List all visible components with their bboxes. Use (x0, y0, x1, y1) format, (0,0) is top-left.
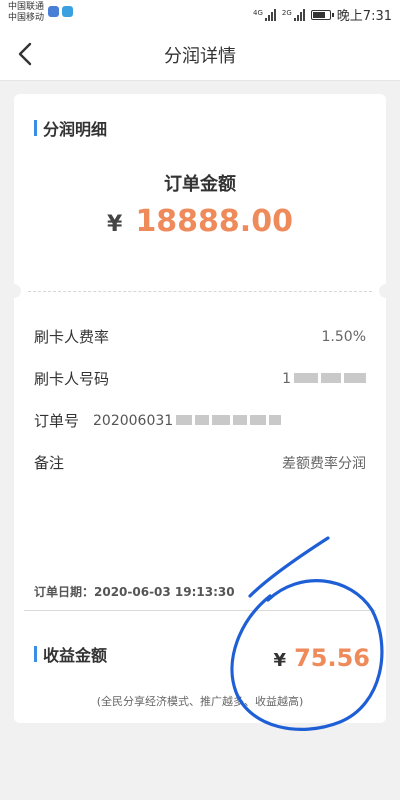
row-label: 备注 (34, 454, 65, 472)
redaction-block (250, 414, 267, 425)
redaction-block (176, 414, 193, 425)
ticket-notch (7, 284, 21, 298)
order-amount-value: 18888.00 (135, 204, 293, 239)
row-value-masked: 202006031 (93, 412, 282, 429)
redaction-block (212, 414, 231, 425)
income-section-title: 收益金额 (34, 642, 107, 666)
row-value: 1.50% (321, 328, 366, 345)
row-value-masked: 1 (282, 371, 366, 387)
carrier-2: 中国移动 (8, 13, 45, 23)
signal-icon: 4G (253, 8, 276, 21)
section-accent-bar (34, 120, 37, 136)
detail-row-phone: 刷卡人号码 1 (34, 368, 366, 389)
row-value: 差额费率分润 (282, 455, 366, 472)
row-label: 刷卡人号码 (34, 370, 110, 388)
income-amount-value: 75.56 (294, 644, 370, 672)
section-accent-bar (34, 646, 37, 662)
signal-icon: 2G (281, 8, 305, 21)
redaction-block (344, 372, 366, 383)
order-amount-label: 订单金额 (164, 174, 236, 195)
carrier-labels: 中国联通 中国移动 (8, 2, 44, 24)
ticket-notch (379, 284, 393, 298)
income-section-label: 收益金额 (43, 646, 108, 665)
income-amount: ¥ 75.56 (274, 644, 370, 672)
row-label: 刷卡人费率 (34, 328, 110, 346)
nav-header: 分润详情 (0, 28, 400, 81)
page-title: 分润详情 (164, 46, 236, 67)
order-date: 订单日期：2020-06-03 19:13:30 (34, 585, 235, 599)
detail-section-title: 分润明细 (34, 116, 107, 140)
network-type-label: 4G (253, 8, 263, 17)
network-type-label: 2G (281, 8, 292, 17)
status-bar: 中国联通 中国移动 4G 2G 晚上7:31 (0, 0, 400, 28)
redaction-block (195, 414, 210, 425)
detail-row-remark: 备注 差额费率分润 (34, 452, 366, 473)
phone-visible-part: 1 (282, 370, 291, 387)
redaction-block (269, 414, 282, 425)
divider (24, 610, 376, 611)
status-right: 4G 2G 晚上7:31 (253, 5, 392, 24)
currency-symbol: ¥ (273, 650, 287, 671)
detail-section-label: 分润明细 (43, 120, 108, 139)
app-notification-icon (48, 6, 59, 17)
notification-icons (48, 6, 73, 17)
status-time: 晚上7:31 (336, 9, 392, 24)
redaction-block (294, 372, 318, 383)
battery-icon (310, 9, 334, 20)
order-amount: ¥ 18888.00 (14, 204, 386, 239)
promo-note: (全民分享经济模式、推广越多、收益越高) (96, 695, 304, 708)
dashed-divider (28, 291, 372, 292)
currency-symbol: ¥ (107, 212, 123, 237)
redaction-block (321, 372, 341, 383)
detail-row-order-no: 订单号 202006031 (34, 410, 366, 431)
app-notification-icon (62, 6, 73, 17)
carrier-1: 中国联通 (8, 2, 45, 12)
row-label: 订单号 (34, 412, 80, 430)
order-no-visible-part: 202006031 (93, 412, 174, 429)
redaction-block (233, 414, 248, 425)
detail-row-rate: 刷卡人费率 1.50% (34, 326, 366, 347)
